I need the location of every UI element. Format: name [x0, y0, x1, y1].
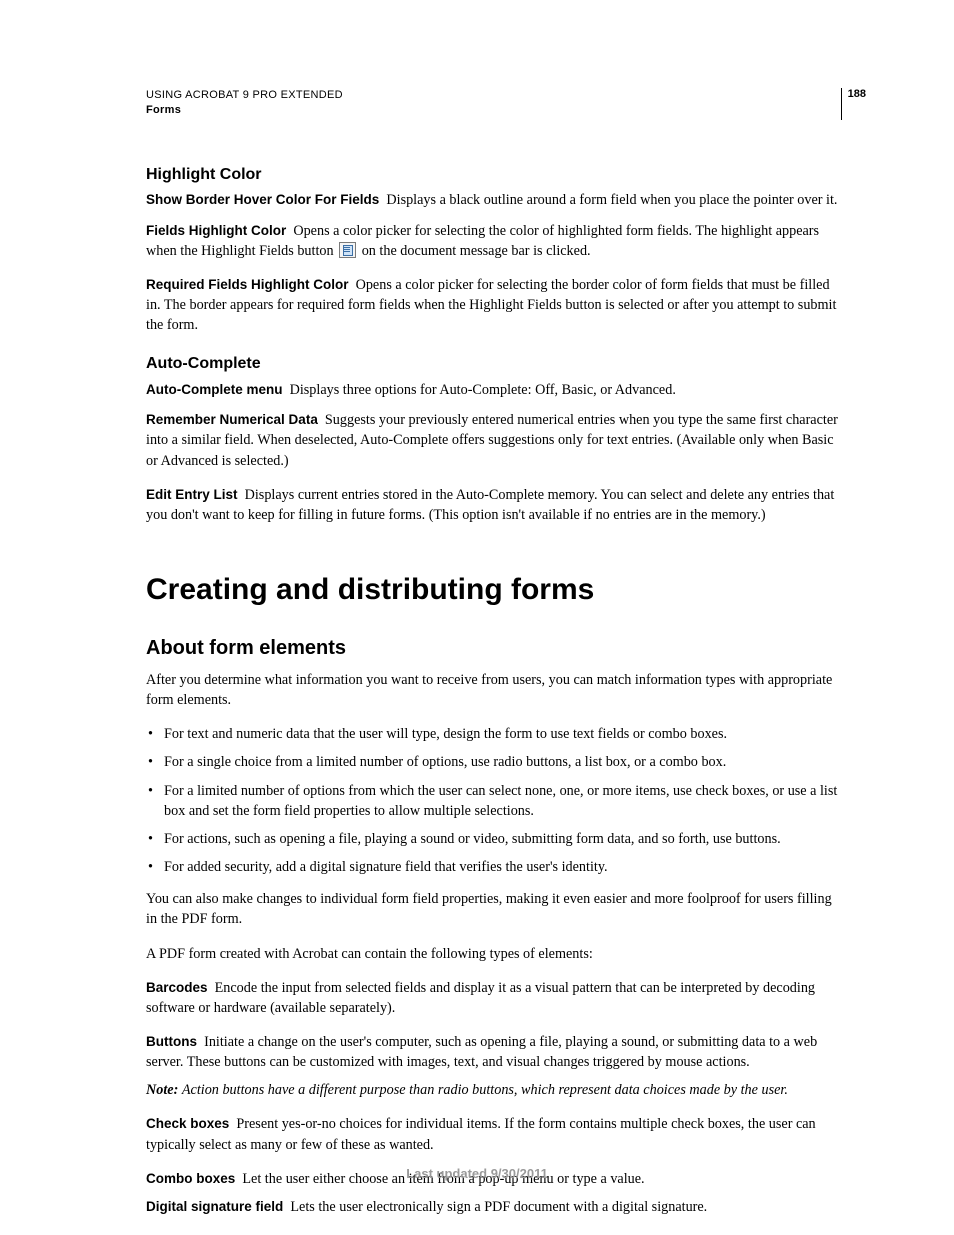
list-item: For actions, such as opening a file, pla…: [146, 829, 844, 849]
section-about-form-elements: About form elements: [146, 634, 844, 662]
def-edit-entry-list: Edit Entry List Displays current entries…: [146, 485, 844, 525]
term: Show Border Hover Color For Fields: [146, 192, 379, 207]
subheading-auto-complete: Auto-Complete: [146, 353, 844, 376]
page-body: Highlight Color Show Border Hover Color …: [146, 164, 844, 1217]
def-auto-complete-menu: Auto-Complete menu Displays three option…: [146, 380, 844, 400]
term: Required Fields Highlight Color: [146, 277, 349, 292]
def-fields-highlight-color: Fields Highlight Color Opens a color pic…: [146, 221, 844, 261]
highlight-fields-icon: [339, 242, 356, 258]
running-header: USING ACROBAT 9 PRO EXTENDED Forms: [146, 88, 844, 118]
list-item: For a single choice from a limited numbe…: [146, 752, 844, 772]
def-show-border-hover: Show Border Hover Color For Fields Displ…: [146, 190, 844, 210]
definition-text: Lets the user electronically sign a PDF …: [290, 1199, 707, 1215]
definition-text: Displays three options for Auto-Complete…: [290, 382, 676, 398]
note: Note: Action buttons have a different pu…: [146, 1080, 844, 1100]
list-item: For a limited number of options from whi…: [146, 781, 844, 821]
term: Edit Entry List: [146, 487, 238, 502]
definition-text: Encode the input from selected fields an…: [146, 980, 815, 1016]
term: Buttons: [146, 1034, 197, 1049]
def-digital-signature: Digital signature field Lets the user el…: [146, 1197, 844, 1217]
def-required-fields-highlight: Required Fields Highlight Color Opens a …: [146, 275, 844, 335]
term: Barcodes: [146, 980, 208, 995]
definition-text: Displays a black outline around a form f…: [386, 192, 837, 208]
header-line-1: USING ACROBAT 9 PRO EXTENDED: [146, 88, 844, 103]
page: 188 USING ACROBAT 9 PRO EXTENDED Forms H…: [0, 0, 954, 1235]
list-item: For added security, add a digital signat…: [146, 857, 844, 877]
term: Fields Highlight Color: [146, 223, 286, 238]
definition-text: Displays current entries stored in the A…: [146, 487, 834, 523]
list-item: For text and numeric data that the user …: [146, 724, 844, 744]
paragraph: You can also make changes to individual …: [146, 889, 844, 929]
intro-paragraph: After you determine what information you…: [146, 670, 844, 710]
term: Check boxes: [146, 1116, 229, 1131]
term: Remember Numerical Data: [146, 412, 318, 427]
note-label: Note:: [146, 1082, 178, 1098]
def-buttons: Buttons Initiate a change on the user's …: [146, 1032, 844, 1072]
subheading-highlight-color: Highlight Color: [146, 164, 844, 187]
definition-text: on the document message bar is clicked.: [362, 243, 591, 259]
term: Digital signature field: [146, 1199, 283, 1214]
chapter-title: Creating and distributing forms: [146, 569, 844, 612]
def-barcodes: Barcodes Encode the input from selected …: [146, 978, 844, 1018]
def-check-boxes: Check boxes Present yes-or-no choices fo…: [146, 1114, 844, 1154]
definition-text: Initiate a change on the user's computer…: [146, 1034, 817, 1070]
term: Auto-Complete menu: [146, 382, 283, 397]
note-body-text: Action buttons have a different purpose …: [182, 1082, 788, 1098]
definition-text: Present yes-or-no choices for individual…: [146, 1116, 816, 1152]
header-divider: [841, 88, 842, 120]
page-number: 188: [848, 88, 866, 100]
bullet-list: For text and numeric data that the user …: [146, 724, 844, 877]
paragraph: A PDF form created with Acrobat can cont…: [146, 944, 844, 964]
def-remember-numerical: Remember Numerical Data Suggests your pr…: [146, 410, 844, 470]
header-line-2: Forms: [146, 103, 844, 118]
footer-last-updated: Last updated 9/30/2011: [0, 1166, 954, 1181]
